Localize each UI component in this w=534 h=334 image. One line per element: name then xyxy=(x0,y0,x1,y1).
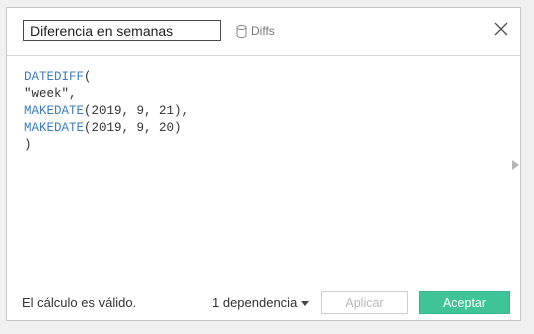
formula-text: ) xyxy=(24,138,32,152)
close-button[interactable] xyxy=(492,20,510,38)
formula-text: (2019, 9, 20) xyxy=(84,121,182,135)
formula-text: "week", xyxy=(24,87,77,101)
diffs-label: Diffs xyxy=(251,24,275,38)
cylinder-icon xyxy=(236,24,247,38)
formula-keyword: DATEDIFF xyxy=(24,70,85,84)
validation-status: El cálculo es válido. xyxy=(22,295,137,310)
calculation-dialog: Diffs DATEDIFF("week",MAKEDATE(2019, 9, … xyxy=(6,7,521,321)
formula-line: "week", xyxy=(24,86,500,103)
formula-text: ( xyxy=(84,70,92,84)
diffs-toggle[interactable]: Diffs xyxy=(236,23,275,39)
calculation-name-input[interactable] xyxy=(23,20,221,41)
dialog-header: Diffs xyxy=(7,8,520,56)
formula-keyword: MAKEDATE xyxy=(24,121,85,135)
close-icon xyxy=(494,22,508,36)
formula-keyword: MAKEDATE xyxy=(24,104,85,118)
formula-text: (2019, 9, 21), xyxy=(84,104,190,118)
formula-line: MAKEDATE(2019, 9, 21), xyxy=(24,103,500,120)
dependency-dropdown[interactable]: 1 dependencia xyxy=(212,295,310,310)
formula-line: MAKEDATE(2019, 9, 20) xyxy=(24,120,500,137)
formula-editor[interactable]: DATEDIFF("week", MAKEDATE(2019, 9, 21), MA… xyxy=(24,69,500,265)
dependency-label: 1 dependencia xyxy=(212,295,298,310)
expand-arrow-icon[interactable] xyxy=(512,160,519,170)
formula-line: DATEDIFF( xyxy=(24,69,500,86)
formula-line: ) xyxy=(24,137,500,154)
accept-button[interactable]: Aceptar xyxy=(419,291,510,314)
apply-button[interactable]: Aplicar xyxy=(321,291,408,314)
caret-down-icon xyxy=(301,301,310,306)
